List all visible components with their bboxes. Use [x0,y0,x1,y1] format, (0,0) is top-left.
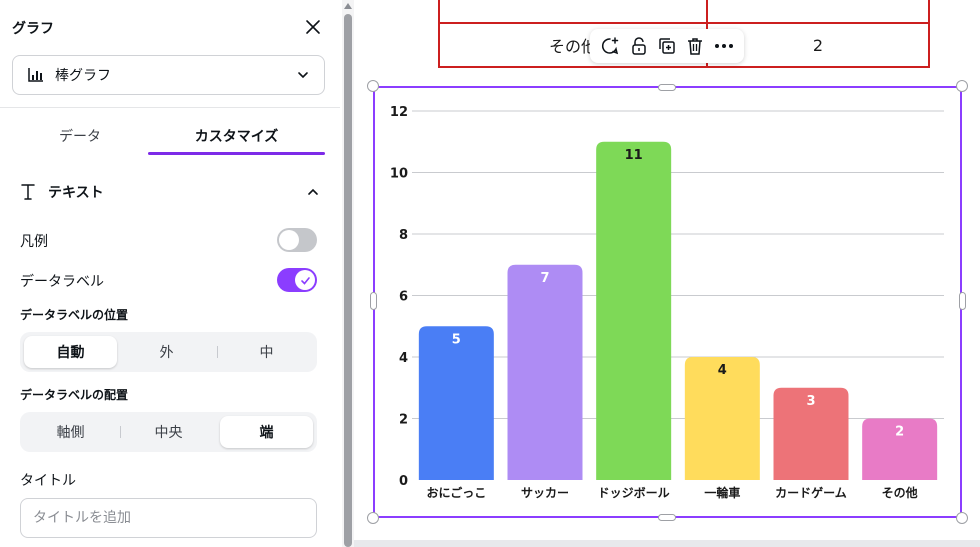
label-position-title: データラベルの位置 [20,308,129,322]
data-label: 11 [625,148,643,163]
panel-title: グラフ [12,21,54,37]
alignment-option-center[interactable]: 中央 [122,416,215,448]
x-tick-label: その他 [882,485,918,500]
chevron-down-icon [298,72,308,79]
chart-type-label: 棒グラフ [55,68,111,84]
chart-type-dropdown[interactable]: 棒グラフ [12,55,325,95]
active-tab-indicator [148,152,325,155]
y-tick-label: 12 [390,105,408,120]
scroll-up-arrow-icon[interactable] [344,3,352,9]
data-label-toggle[interactable] [277,268,317,292]
chart-editor: グラフ 棒グラフ データ カスタマイズ テキスト 凡例 データラベル データラベ… [0,0,980,547]
chevron-up-icon [308,188,318,195]
x-tick-label: カードゲーム [775,485,847,500]
section-title: テキスト [48,185,104,201]
close-button[interactable] [302,16,324,38]
data-label: 7 [540,271,549,286]
y-tick-label: 8 [399,228,408,243]
text-section-header[interactable]: テキスト [20,180,320,204]
y-tick-label: 0 [399,474,408,489]
data-label: 4 [718,363,727,378]
close-icon [306,20,320,34]
label-alignment-segmented: 軸側 中央 端 [20,412,317,452]
bar[interactable] [596,141,672,480]
alignment-option-axis[interactable]: 軸側 [24,416,117,448]
data-label-label: データラベル [20,274,104,290]
title-label: タイトル [20,473,76,489]
segment-separator [120,426,121,438]
x-tick-label: ドッジボール [598,485,670,500]
x-tick-label: おにごっこ [426,485,486,500]
bar[interactable] [507,264,583,480]
bar-chart: 0 2 4 6 8 10 12 5 おにごっこ 7 サッカー 11 ドッジボール 4 一輪車 3 カードゲーム 2… [390,105,944,500]
position-option-inside[interactable]: 中 [220,336,313,368]
data-label: 5 [452,332,461,347]
y-tick-label: 10 [390,167,408,182]
panel-scrollbar[interactable] [342,0,354,547]
canvas-edge [354,540,980,547]
alignment-option-end[interactable]: 端 [220,416,313,448]
y-tick-label: 2 [399,413,408,428]
bar[interactable] [418,326,494,480]
scrollbar-thumb[interactable] [344,14,352,547]
legend-label: 凡例 [20,234,48,250]
toggle-knob [295,270,315,290]
x-tick-label: 一輪車 [704,485,740,500]
y-tick-label: 6 [399,290,408,305]
divider [0,107,340,108]
design-canvas: その他 2 0 2 4 6 8 10 12 5 おにごっこ 7 サッカー 11 … [354,0,980,547]
label-alignment-title: データラベルの配置 [20,388,129,402]
check-icon [300,276,310,285]
tab-data[interactable]: データ [20,126,140,146]
text-icon [21,184,35,200]
legend-toggle[interactable] [277,228,317,252]
label-position-segmented: 自動 外 中 [20,332,317,372]
data-label: 2 [895,425,904,440]
x-tick-label: サッカー [521,486,569,500]
position-option-auto[interactable]: 自動 [24,336,117,368]
segment-separator [217,346,218,358]
y-tick-label: 4 [399,351,408,366]
data-label: 3 [806,394,815,409]
title-input[interactable] [20,498,317,538]
toggle-knob [279,230,299,250]
bar-chart-icon [28,68,43,82]
position-option-outside[interactable]: 外 [120,336,213,368]
tab-customize[interactable]: カスタマイズ [148,126,325,146]
chart-settings-panel: グラフ 棒グラフ データ カスタマイズ テキスト 凡例 データラベル データラベ… [0,0,340,547]
